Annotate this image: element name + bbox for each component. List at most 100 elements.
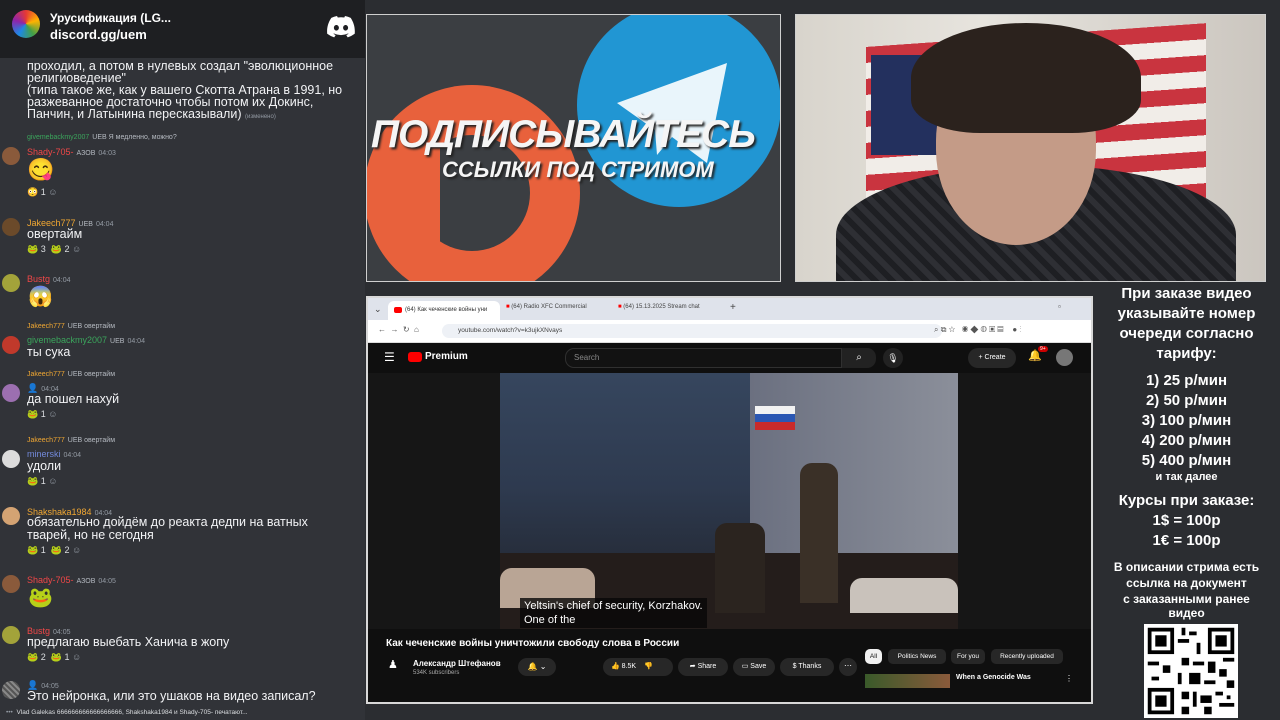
url-field[interactable]: youtube.com/watch?v=k3ujkXNvays xyxy=(442,324,942,338)
tab[interactable]: ■ (64) Radio XFC Commercial xyxy=(506,304,587,310)
share-button[interactable]: ➦ Share xyxy=(678,658,728,676)
menu-icon[interactable]: ☰ xyxy=(384,350,395,364)
avatar[interactable] xyxy=(2,507,20,525)
avatar[interactable] xyxy=(2,450,20,468)
video-subtitles: Yeltsin's chief of security, Korzhakov. … xyxy=(520,598,707,628)
youtube-premium-logo[interactable]: Premium xyxy=(425,351,468,362)
avatar[interactable] xyxy=(2,147,20,165)
avatar[interactable] xyxy=(2,336,20,354)
like-icon: 👍 xyxy=(611,663,620,670)
save-button[interactable]: ▭ Save xyxy=(733,658,775,676)
info-line: указывайте номер xyxy=(1117,305,1256,322)
thanks-button[interactable]: $ Thanks xyxy=(780,658,834,676)
message-text: ты сука xyxy=(27,345,71,359)
create-button[interactable]: + Create xyxy=(968,348,1016,368)
chat-message[interactable]: givemebackmy2007 UEB Я медленно, можно? S… xyxy=(0,133,365,201)
like-dislike-buttons[interactable]: 👍 8.5K 👎 xyxy=(603,658,673,676)
username[interactable]: Shady-705- АЗОВ 04:05 xyxy=(27,575,116,585)
chat-message[interactable]: 👤 04:05 Это нейронка, или это ушаков на в… xyxy=(0,679,365,707)
reaction[interactable]: 🐸 1 ☺ xyxy=(27,476,57,490)
flag-blue xyxy=(755,414,795,422)
chat-message[interactable]: Jakeech777 UEB овертайм givemebackmy2007 U… xyxy=(0,322,365,362)
new-tab-button[interactable]: + xyxy=(730,302,736,313)
flag-red xyxy=(755,422,795,430)
more-options-icon[interactable]: ⋮ xyxy=(1065,674,1073,683)
reaction-bar[interactable]: 🐸 3 🐸 2 ☺ xyxy=(27,244,81,258)
avatar[interactable] xyxy=(2,575,20,593)
nav-buttons[interactable]: ← → ↻ ⌂ xyxy=(378,325,419,334)
username[interactable]: Bustg 04:04 xyxy=(27,274,71,284)
tab-active[interactable]: (64) Как чеченские войны уни xyxy=(388,301,500,320)
chip-for-you[interactable]: For you xyxy=(951,649,985,664)
reply-preview[interactable]: Jakeech777 UEB овертайм xyxy=(27,323,115,330)
channel-avatar-icon[interactable]: ♟ xyxy=(388,658,398,671)
reply-preview[interactable]: Jakeech777 UEB овертайм xyxy=(27,371,115,378)
info-line: ссылка на документ xyxy=(1126,576,1247,590)
more-actions-icon[interactable]: ⋯ xyxy=(839,658,857,676)
info-line: с заказанными ранее xyxy=(1123,592,1250,606)
chat-message[interactable]: Bustg 04:04 😱 xyxy=(0,272,365,312)
avatar[interactable] xyxy=(2,384,20,402)
search-input[interactable]: Search xyxy=(565,348,842,368)
chat-message[interactable]: Bustg 04:05 предлагаю выебать Ханича в жо… xyxy=(0,624,365,668)
video-title: Как чеченские войны уничтожили свободу с… xyxy=(386,638,680,649)
reaction-bar[interactable]: 🐸 1 🐸 2 ☺ xyxy=(27,545,81,559)
order-info-panel: При заказе видео указывайте номер очеред… xyxy=(1093,282,1280,720)
soldier-figure xyxy=(715,523,765,613)
reply-preview[interactable]: Jakeech777 UEB овертайм xyxy=(27,437,115,444)
subscribed-bell-button[interactable]: 🔔 ⌄ xyxy=(518,658,556,676)
search-icon[interactable]: ⌕ xyxy=(842,348,876,368)
microphone-icon[interactable]: 🎙 xyxy=(883,348,903,368)
tariff-item: 4) 200 р/мин xyxy=(1141,432,1232,449)
emoji-frog-icon: 🐸 xyxy=(28,587,53,609)
info-line: В описании стрима есть xyxy=(1113,560,1260,574)
chip-recently-uploaded[interactable]: Recently uploaded xyxy=(991,649,1063,664)
discord-chat-overlay: Урусификация (LG... discord.gg/uem прохо… xyxy=(0,0,365,720)
chat-message[interactable]: Shakshaka1984 04:04 обязательно дойдём до… xyxy=(0,505,365,563)
reply-preview[interactable]: givemebackmy2007 UEB Я медленно, можно? xyxy=(27,134,177,141)
server-name: Урусификация (LG... xyxy=(50,11,171,25)
recommended-thumbnail[interactable] xyxy=(865,674,950,688)
chat-message[interactable]: Jakeech777 UEB овертайм minerski 04:04 удо… xyxy=(0,436,365,492)
username[interactable]: givemebackmy2007 UEB 04:04 xyxy=(27,335,145,345)
chip-all[interactable]: All xyxy=(865,649,882,664)
browser-toolbar-icons[interactable]: ⌕ ⧉ ☆ ◉ ◆ ◍ ▣ ▤ ● ⋮ xyxy=(934,325,1021,335)
avatar[interactable] xyxy=(2,626,20,644)
avatar[interactable] xyxy=(2,218,20,236)
add-reaction-icon: ☺ xyxy=(48,476,58,486)
account-avatar[interactable] xyxy=(1056,349,1073,366)
avatar[interactable] xyxy=(2,681,20,699)
tab[interactable]: ■ (64) 15.13.2025 Stream chat xyxy=(618,304,700,310)
chip-politics-news[interactable]: Politics News xyxy=(888,649,946,664)
subscriber-count: 534K subscribers xyxy=(413,670,460,676)
message-text: Это нейронка, или это ушаков на видео за… xyxy=(27,689,316,703)
window-restore-icon[interactable]: ▫ xyxy=(1058,302,1061,311)
chat-message[interactable]: Jakeech777 UEB 04:04 овертайм 🐸 3 🐸 2 ☺ xyxy=(0,216,365,260)
soldier-figure xyxy=(800,463,838,603)
tariff-item: 3) 100 р/мин xyxy=(1141,412,1232,429)
typing-dots-icon: ••• xyxy=(6,709,13,716)
username[interactable]: Shady-705- АЗОВ 04:03 xyxy=(27,147,116,157)
chevron-down-icon[interactable]: ⌄ xyxy=(374,304,382,315)
server-header[interactable]: Урусификация (LG... discord.gg/uem xyxy=(0,0,365,58)
message-text: обязательно дойдём до реакта дедпи на ва… xyxy=(27,515,308,542)
avatar[interactable] xyxy=(2,274,20,292)
info-line: При заказе видео xyxy=(1121,285,1252,302)
reaction[interactable]: 🐸 1 ☺ xyxy=(27,409,57,423)
add-reaction-icon: ☺ xyxy=(48,187,58,197)
subscribe-title: ПОДПИСЫВАЙТЕСЬ xyxy=(371,113,756,156)
server-invite-link[interactable]: discord.gg/uem xyxy=(50,27,147,42)
reaction[interactable]: 😳 1 ☺ xyxy=(27,187,57,201)
username[interactable]: minerski 04:04 xyxy=(27,449,81,459)
order-instructions: При заказе видео указывайте номер очеред… xyxy=(1093,284,1280,364)
chat-message[interactable]: Shady-705- АЗОВ 04:05 🐸 xyxy=(0,573,365,615)
video-player[interactable]: Yeltsin's chief of security, Korzhakov. … xyxy=(368,373,1091,629)
chat-message[interactable]: Jakeech777 UEB овертайм 👤 04:04 да пошел н… xyxy=(0,370,365,426)
recommended-title[interactable]: When a Genocide Was xyxy=(956,674,1031,681)
youtube-logo-icon[interactable] xyxy=(408,352,422,362)
channel-name[interactable]: Александр Штефанов xyxy=(413,659,501,668)
reaction-bar[interactable]: 🐸 2 🐸 1 ☺ xyxy=(27,652,81,666)
message-text: овертайм xyxy=(27,227,83,241)
tariff-item: 2) 50 р/мин xyxy=(1145,392,1228,409)
discord-icon xyxy=(327,16,355,38)
